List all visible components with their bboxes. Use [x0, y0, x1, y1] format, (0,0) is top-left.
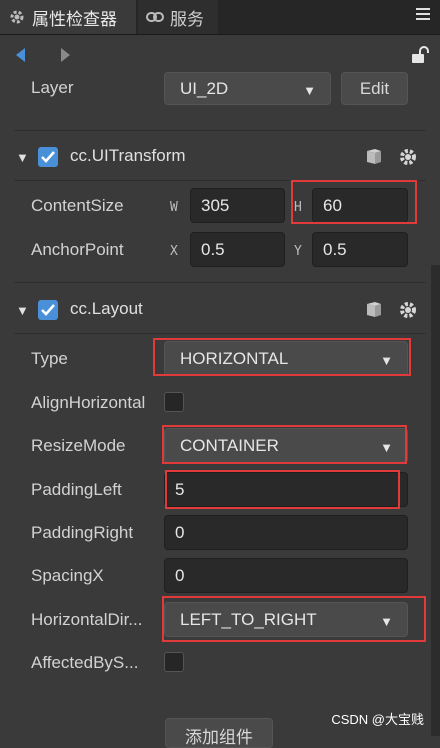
- align-horizontal-label: AlignHorizontal: [31, 393, 146, 412]
- hamburger-menu-icon[interactable]: [416, 5, 430, 26]
- book-icon[interactable]: [364, 301, 384, 324]
- horizontal-direction-value: LEFT_TO_RIGHT: [180, 609, 317, 629]
- layer-edit-label: Edit: [359, 78, 390, 98]
- uitransform-header[interactable]: ▼ cc.UITransform: [0, 143, 440, 173]
- padding-left-input[interactable]: 5: [164, 472, 408, 507]
- tab-services[interactable]: 服务: [138, 0, 218, 34]
- layer-label: Layer: [31, 78, 74, 97]
- horizontal-direction-label: HorizontalDir...: [31, 610, 143, 629]
- forward-arrow-icon[interactable]: [60, 46, 72, 69]
- layout-enabled-checkbox[interactable]: [38, 300, 58, 320]
- padding-right-label: PaddingRight: [31, 523, 134, 542]
- padding-right-input[interactable]: 0: [164, 515, 408, 550]
- resize-mode-label: ResizeMode: [31, 436, 126, 455]
- back-arrow-icon[interactable]: [14, 46, 26, 69]
- content-size-label: ContentSize: [31, 196, 124, 215]
- gear-icon: [8, 8, 26, 26]
- tab-bar: 属性检查器 服务: [0, 0, 440, 35]
- lock-icon[interactable]: [410, 45, 430, 70]
- dropdown-caret-icon: ▼: [380, 352, 393, 368]
- divider: [14, 180, 426, 181]
- layer-edit-button[interactable]: Edit: [341, 72, 408, 105]
- x-axis-label: X: [170, 244, 178, 259]
- collapse-caret-icon[interactable]: ▼: [16, 150, 29, 165]
- content-size-height-input[interactable]: 60: [312, 188, 408, 223]
- anchor-point-label: AnchorPoint: [31, 240, 124, 259]
- layout-type-label: Type: [31, 349, 68, 368]
- dropdown-caret-icon: ▼: [380, 613, 393, 629]
- dropdown-caret-icon: ▼: [303, 82, 316, 98]
- collapse-caret-icon[interactable]: ▼: [16, 303, 29, 318]
- spacing-x-input[interactable]: 0: [164, 558, 408, 593]
- layer-select[interactable]: UI_2D ▼: [164, 72, 331, 105]
- spacing-x-label: SpacingX: [31, 566, 104, 585]
- y-axis-label: Y: [294, 244, 302, 259]
- width-axis-label: W: [170, 200, 178, 215]
- resize-mode-value: CONTAINER: [180, 435, 279, 455]
- settings-gear-icon[interactable]: [398, 300, 418, 325]
- layout-type-value: HORIZONTAL: [180, 348, 289, 368]
- divider: [14, 282, 426, 283]
- affected-by-scale-label: AffectedByS...: [31, 653, 139, 672]
- settings-gear-icon[interactable]: [398, 147, 418, 172]
- dropdown-caret-icon: ▼: [380, 439, 393, 455]
- tab-inspector-label: 属性检查器: [32, 9, 117, 29]
- padding-left-value: 5: [175, 479, 185, 499]
- add-component-button[interactable]: 添加组件: [165, 718, 273, 748]
- watermark: CSDN @大宝贱: [331, 712, 424, 727]
- align-horizontal-checkbox[interactable]: [164, 392, 184, 412]
- anchor-y-input[interactable]: 0.5: [312, 232, 408, 267]
- anchor-x-input[interactable]: 0.5: [190, 232, 285, 267]
- divider: [14, 333, 426, 334]
- affected-by-scale-checkbox[interactable]: [164, 652, 184, 672]
- content-size-width-input[interactable]: 305: [190, 188, 285, 223]
- content-size-width-value: 305: [201, 195, 230, 215]
- tab-services-label: 服务: [170, 9, 204, 29]
- layout-title: cc.Layout: [70, 299, 143, 318]
- layout-header[interactable]: ▼ cc.Layout: [0, 296, 440, 326]
- layer-value: UI_2D: [180, 78, 229, 98]
- book-icon[interactable]: [364, 148, 384, 171]
- spacing-x-value: 0: [175, 565, 185, 585]
- uitransform-title: cc.UITransform: [70, 146, 186, 165]
- link-icon: [146, 10, 164, 24]
- uitransform-enabled-checkbox[interactable]: [38, 147, 58, 167]
- padding-left-label: PaddingLeft: [31, 480, 122, 499]
- horizontal-direction-select[interactable]: LEFT_TO_RIGHT ▼: [164, 602, 408, 637]
- tab-inspector[interactable]: 属性检查器: [0, 0, 136, 34]
- resize-mode-select[interactable]: CONTAINER ▼: [164, 428, 408, 463]
- scrollbar[interactable]: [431, 265, 440, 736]
- anchor-y-value: 0.5: [323, 239, 347, 259]
- anchor-x-value: 0.5: [201, 239, 225, 259]
- content-size-height-value: 60: [323, 195, 342, 215]
- divider: [14, 130, 426, 131]
- padding-right-value: 0: [175, 522, 185, 542]
- history-nav: [0, 42, 440, 70]
- height-axis-label: H: [294, 200, 302, 215]
- layout-type-select[interactable]: HORIZONTAL ▼: [164, 341, 408, 376]
